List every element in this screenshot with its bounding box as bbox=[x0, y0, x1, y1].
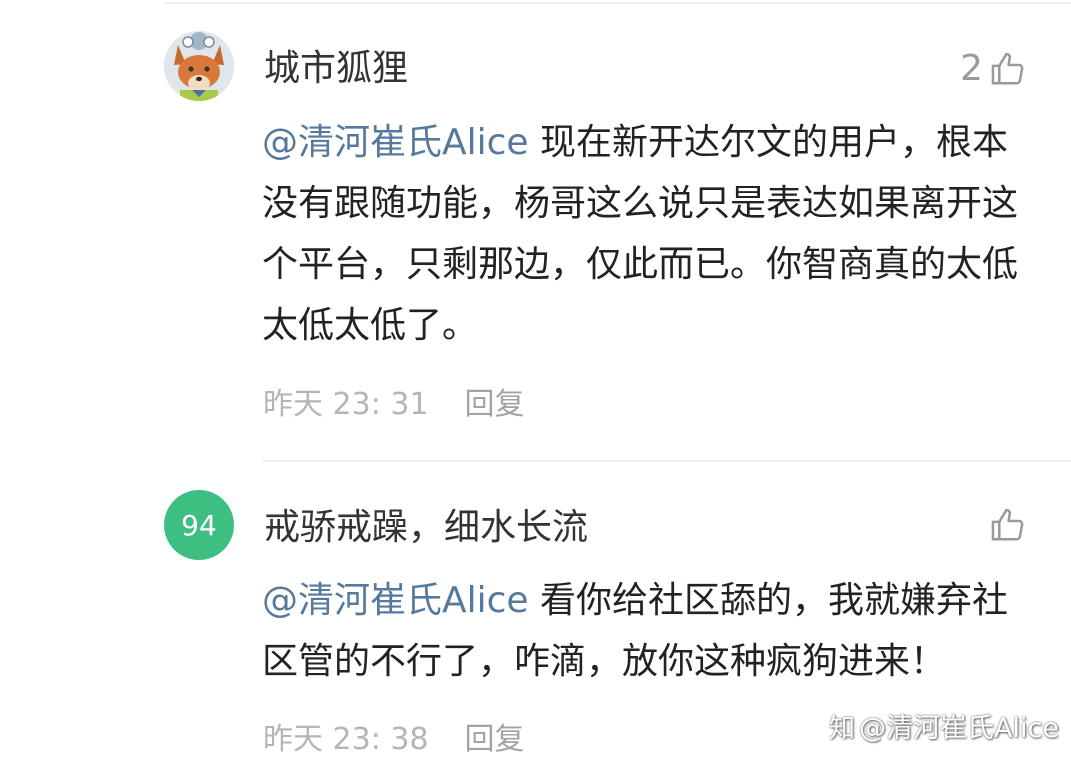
avatar-text: 94 bbox=[181, 508, 217, 542]
avatar[interactable] bbox=[164, 31, 234, 101]
comment-divider bbox=[262, 460, 1071, 462]
reply-button[interactable]: 回复 bbox=[465, 722, 525, 757]
comment-username[interactable]: 城市狐狸 bbox=[264, 47, 408, 91]
thumbs-up-icon bbox=[991, 52, 1024, 85]
watermark: 知 @清河崔氏Alice bbox=[829, 712, 1059, 746]
watermark-text: @清河崔氏Alice bbox=[859, 713, 1059, 744]
comment-content: @清河崔氏Alice 现在新开达尔文的用户，根本没有跟随功能，杨哥这么说只是表达… bbox=[262, 112, 1037, 356]
like-button[interactable] bbox=[983, 506, 1027, 544]
comment-meta: 昨天 23: 31 回复 bbox=[263, 385, 525, 425]
comment-timestamp: 昨天 23: 31 bbox=[263, 387, 429, 422]
reply-button[interactable]: 回复 bbox=[465, 387, 525, 422]
comment-username[interactable]: 戒骄戒躁，细水长流 bbox=[264, 506, 588, 550]
zhihu-logo-icon: 知 bbox=[829, 714, 856, 744]
comment-meta: 昨天 23: 38 回复 bbox=[263, 720, 525, 760]
mention-link[interactable]: @清河崔氏Alice bbox=[262, 580, 529, 621]
like-count: 2 bbox=[960, 48, 983, 89]
top-divider bbox=[165, 2, 1071, 4]
mention-link[interactable]: @清河崔氏Alice bbox=[262, 122, 529, 163]
thumbs-up-icon bbox=[991, 508, 1024, 541]
fox-avatar-icon bbox=[164, 31, 234, 101]
comment-content: @清河崔氏Alice 看你给社区舔的，我就嫌弃社区管的不行了，咋滴，放你这种疯狗… bbox=[262, 570, 1037, 692]
avatar[interactable]: 94 bbox=[164, 490, 234, 560]
comment-timestamp: 昨天 23: 38 bbox=[263, 722, 429, 757]
like-button[interactable]: 2 bbox=[960, 47, 1027, 91]
